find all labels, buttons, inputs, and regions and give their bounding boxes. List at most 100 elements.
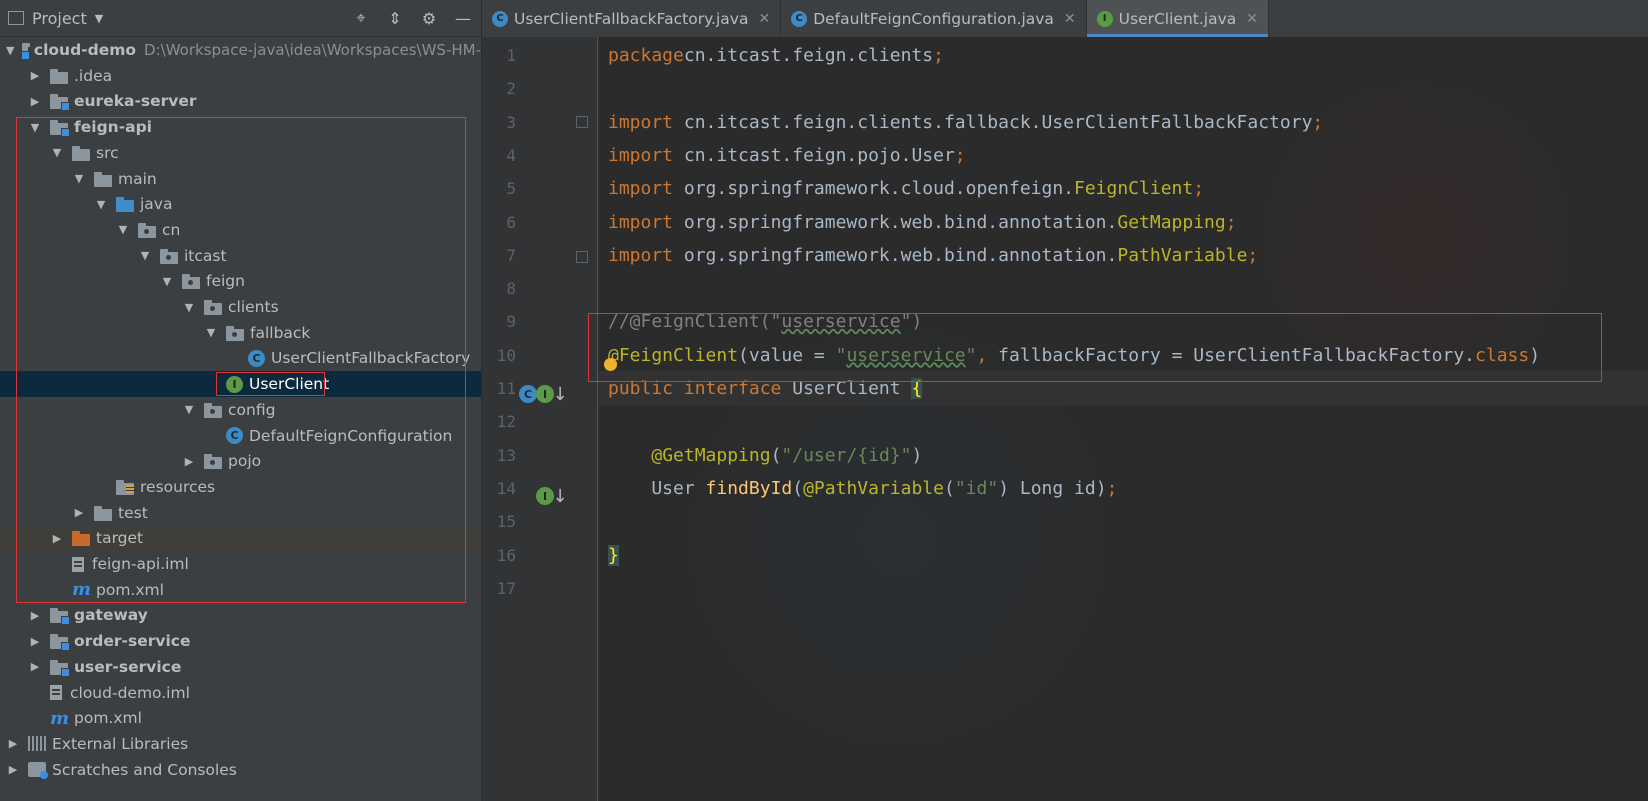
- code-line[interactable]: @FeignClient(value = "userservice", fall…: [608, 338, 1540, 373]
- chevron-down-icon[interactable]: ▼: [95, 12, 103, 25]
- implemented-arrow-icon[interactable]: ↓: [551, 384, 569, 405]
- tree-item[interactable]: ▶ External Libraries: [0, 731, 481, 757]
- tree-item[interactable]: C DefaultFeignConfiguration: [0, 423, 481, 449]
- code-token: ;: [1247, 244, 1259, 266]
- fold-marker-icon[interactable]: [576, 116, 588, 128]
- tree-item[interactable]: m pom.xml: [0, 705, 481, 731]
- expand-arrow-icon[interactable]: ▼: [204, 326, 218, 340]
- collapse-arrow-icon[interactable]: ▶: [182, 454, 196, 468]
- code-line[interactable]: import org.springframework.web.bind.anno…: [608, 205, 1237, 240]
- tree-item[interactable]: ▼ feign-api: [0, 114, 481, 140]
- tree-item[interactable]: ▼ feign: [0, 268, 481, 294]
- tree-item[interactable]: ▼ java: [0, 191, 481, 217]
- minimize-icon[interactable]: —: [453, 8, 473, 28]
- expand-arrow-icon[interactable]: ▼: [94, 197, 108, 211]
- scratches-icon: [28, 762, 48, 780]
- collapse-arrow-icon[interactable]: ▶: [72, 506, 86, 520]
- collapse-arrow-icon[interactable]: ▶: [6, 763, 20, 777]
- tree-item[interactable]: resources: [0, 474, 481, 500]
- code-token: userservice: [846, 344, 966, 366]
- lightbulb-icon[interactable]: [604, 358, 617, 371]
- collapse-arrow-icon[interactable]: ▶: [28, 634, 42, 648]
- tree-item-label: feign: [206, 272, 245, 291]
- collapse-arrow-icon[interactable]: ▶: [50, 531, 64, 545]
- code-line[interactable]: //@FeignClient("userservice"): [608, 304, 922, 339]
- expand-arrow-icon[interactable]: ▼: [6, 43, 14, 57]
- tree-item-label: pom.xml: [74, 709, 142, 728]
- tree-item[interactable]: ▼ fallback: [0, 320, 481, 346]
- code-token: UserClient: [781, 378, 912, 399]
- tree-item[interactable]: ▼ itcast: [0, 243, 481, 269]
- expand-arrow-icon[interactable]: ▼: [182, 403, 196, 417]
- method-implemented-arrow-icon[interactable]: ↓: [551, 486, 569, 507]
- tree-item[interactable]: ▼ cn: [0, 217, 481, 243]
- code-token: ,: [976, 344, 988, 366]
- tree-item[interactable]: ▶ pojo: [0, 448, 481, 474]
- implemented-class-icon[interactable]: C: [519, 385, 537, 403]
- tree-item[interactable]: ▼ cloud-demo D:\Workspace-java\idea\Worksp…: [0, 37, 481, 63]
- tree-item[interactable]: m pom.xml: [0, 577, 481, 603]
- close-icon[interactable]: ✕: [1064, 11, 1076, 27]
- tree-item[interactable]: ▶ test: [0, 500, 481, 526]
- tree-item[interactable]: cloud-demo.iml: [0, 680, 481, 706]
- tree-item[interactable]: ▼ clients: [0, 294, 481, 320]
- code-line[interactable]: packagecn.itcast.feign.clients;: [608, 38, 944, 73]
- tree-item-label: user-service: [74, 657, 182, 676]
- tree-item[interactable]: feign-api.iml: [0, 551, 481, 577]
- code-token: @PathVariable: [803, 477, 944, 499]
- project-title[interactable]: Project: [32, 9, 87, 28]
- expand-arrow-icon[interactable]: ▼: [160, 274, 174, 288]
- tree-item[interactable]: I UserClient: [0, 371, 481, 398]
- code-token: (: [943, 477, 955, 499]
- class-icon: C: [226, 427, 243, 444]
- editor-tab[interactable]: I UserClient.java ✕: [1086, 0, 1269, 37]
- code-token: //@FeignClient(": [608, 311, 782, 333]
- tree-item[interactable]: ▶ .idea: [0, 63, 481, 89]
- code-line[interactable]: public interface UserClient {: [608, 371, 923, 406]
- expand-arrow-icon[interactable]: ▼: [72, 172, 86, 186]
- collapse-arrow-icon[interactable]: ▶: [28, 660, 42, 674]
- tree-item[interactable]: ▶ user-service: [0, 654, 481, 680]
- tree-item[interactable]: ▼ config: [0, 397, 481, 423]
- close-icon[interactable]: ✕: [758, 11, 770, 27]
- code-line[interactable]: @GetMapping("/user/{id}"): [608, 438, 922, 473]
- collapse-arrow-icon[interactable]: ▶: [28, 69, 42, 83]
- expand-arrow-icon[interactable]: ▼: [116, 223, 130, 237]
- tree-item[interactable]: ▼ main: [0, 166, 481, 192]
- expand-arrow-icon[interactable]: ▼: [138, 249, 152, 263]
- expand-arrow-icon[interactable]: ▼: [50, 146, 64, 160]
- close-icon[interactable]: ✕: [1246, 11, 1258, 27]
- code-token: PathVariable: [1117, 244, 1248, 266]
- tree-item[interactable]: ▼ src: [0, 140, 481, 166]
- tree-item[interactable]: C UserClientFallbackFactory: [0, 345, 481, 371]
- editor-tab[interactable]: C UserClientFallbackFactory.java ✕: [482, 0, 782, 37]
- code-line[interactable]: import cn.itcast.feign.clients.fallback.…: [608, 105, 1323, 140]
- expand-arrow-icon[interactable]: ▼: [182, 300, 196, 314]
- code-line[interactable]: import org.springframework.web.bind.anno…: [608, 238, 1258, 273]
- code-token: ;: [954, 144, 966, 166]
- package-icon: [160, 248, 178, 264]
- code-token: "id": [954, 477, 999, 499]
- code-line[interactable]: }: [608, 538, 619, 573]
- tree-item[interactable]: ▶ eureka-server: [0, 88, 481, 114]
- collapse-arrow-icon[interactable]: ▶: [6, 737, 20, 751]
- collapse-all-icon[interactable]: ⇕: [385, 8, 405, 28]
- package-icon: [226, 325, 244, 341]
- code-line[interactable]: import org.springframework.cloud.openfei…: [608, 171, 1204, 206]
- code-line[interactable]: import cn.itcast.feign.pojo.User;: [608, 138, 966, 173]
- collapse-arrow-icon[interactable]: ▶: [28, 94, 42, 108]
- tree-item-label: order-service: [74, 632, 191, 651]
- locate-icon[interactable]: ⌖: [351, 8, 371, 28]
- editor-tab[interactable]: C DefaultFeignConfiguration.java ✕: [781, 0, 1087, 37]
- fold-marker-icon[interactable]: [576, 251, 588, 263]
- gear-icon[interactable]: ⚙: [419, 8, 439, 28]
- tree-item[interactable]: ▶ gateway: [0, 602, 481, 628]
- tree-item[interactable]: ▶ order-service: [0, 628, 481, 654]
- code-token: @GetMapping: [651, 444, 771, 466]
- tree-item[interactable]: ▶ Scratches and Consoles: [0, 757, 481, 783]
- tree-item[interactable]: ▶ target: [0, 525, 481, 552]
- code-line[interactable]: User findById(@PathVariable("id") Long i…: [608, 471, 1117, 506]
- expand-arrow-icon[interactable]: ▼: [28, 120, 42, 134]
- collapse-arrow-icon[interactable]: ▶: [28, 608, 42, 622]
- code-token: public interface: [608, 378, 782, 399]
